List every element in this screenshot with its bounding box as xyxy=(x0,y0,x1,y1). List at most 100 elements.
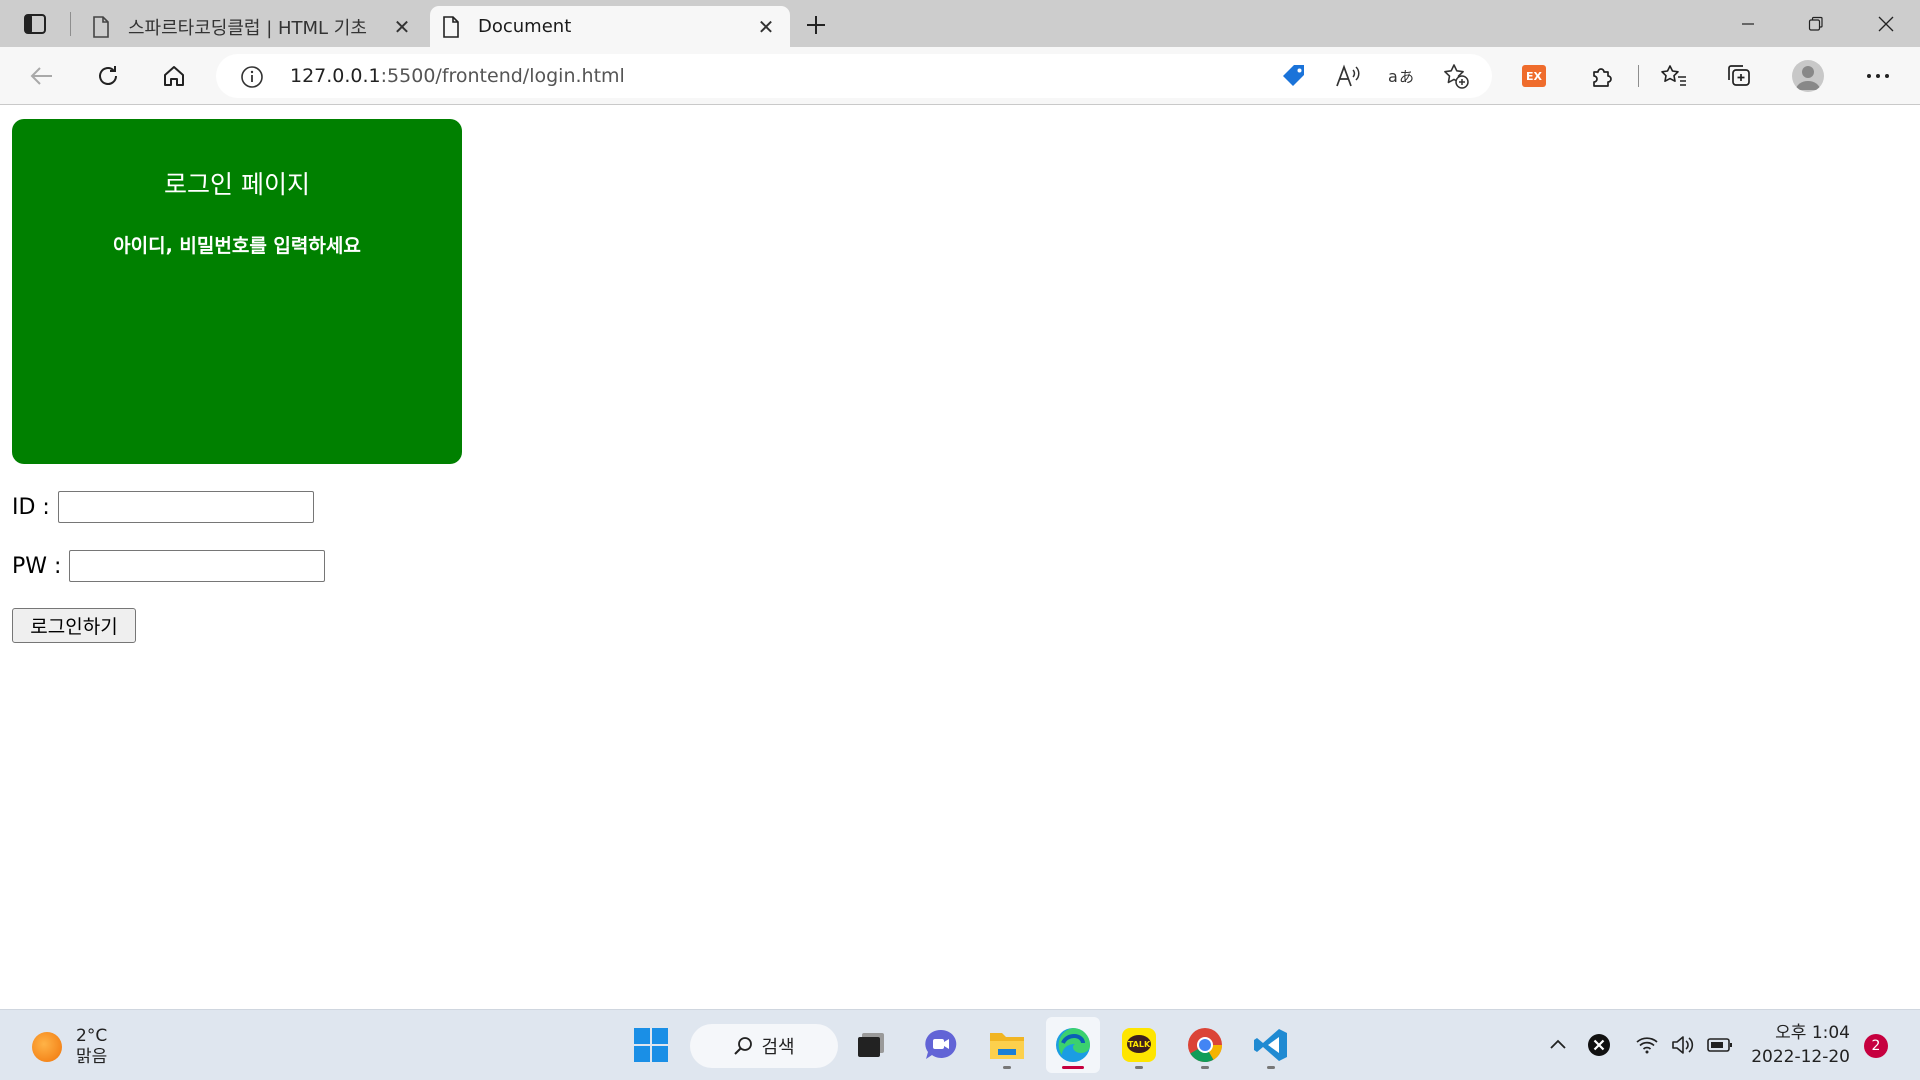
translate-icon: aあ xyxy=(1388,67,1414,86)
url-path: :5500/frontend/login.html xyxy=(380,65,625,87)
wifi-button[interactable] xyxy=(1634,1032,1660,1058)
plus-icon xyxy=(807,16,825,34)
tray-app-button[interactable] xyxy=(1586,1032,1612,1058)
refresh-icon xyxy=(99,66,117,85)
tab-actions-button[interactable] xyxy=(14,9,56,39)
new-tab-button[interactable] xyxy=(798,10,834,40)
page-icon xyxy=(443,15,459,38)
tab-title: Document xyxy=(478,16,572,37)
tab-strip: 스파르타코딩클럽 | HTML 기초 ✕ Document ✕ xyxy=(0,0,1920,47)
running-indicator xyxy=(1003,1066,1011,1069)
address-bar[interactable]: 127.0.0.1:5500/frontend/login.html aあ xyxy=(216,54,1492,98)
favorites-button[interactable] xyxy=(1654,58,1694,94)
toolbar-separator xyxy=(1638,65,1639,87)
search-icon xyxy=(734,1037,753,1055)
read-aloud-button[interactable] xyxy=(1332,62,1364,90)
svg-text:あ: あ xyxy=(1399,68,1414,86)
read-aloud-icon xyxy=(1336,64,1360,87)
task-view-button[interactable] xyxy=(844,1017,898,1073)
url-text[interactable]: 127.0.0.1:5500/frontend/login.html xyxy=(290,65,625,87)
tab-separator xyxy=(70,12,71,36)
battery-icon xyxy=(1707,1038,1732,1052)
page-subtitle: 아이디, 비밀번호를 입력하세요 xyxy=(113,235,361,257)
profile-avatar[interactable] xyxy=(1792,60,1824,92)
url-host: 127.0.0.1 xyxy=(290,65,381,87)
browser-toolbar: 127.0.0.1:5500/frontend/login.html aあ EX xyxy=(0,47,1920,105)
page-title: 로그인 페이지 xyxy=(164,170,310,199)
weather-temp: 2°C xyxy=(76,1026,108,1046)
battery-button[interactable] xyxy=(1706,1032,1734,1058)
collections-icon xyxy=(1728,65,1750,86)
star-add-icon xyxy=(1444,64,1469,89)
weather-widget[interactable]: 2°C 맑음 xyxy=(32,1026,107,1068)
clock-date: 2022-12-20 xyxy=(1751,1047,1850,1067)
running-indicator xyxy=(1135,1066,1143,1069)
notification-badge[interactable]: 2 xyxy=(1864,1034,1888,1058)
back-arrow-icon xyxy=(30,67,52,85)
chrome-button[interactable] xyxy=(1178,1017,1232,1073)
volume-icon xyxy=(1672,1036,1694,1054)
id-input[interactable] xyxy=(57,491,314,523)
chat-icon xyxy=(925,1029,957,1059)
more-menu-button[interactable] xyxy=(1858,58,1898,94)
weather-desc: 맑음 xyxy=(76,1047,108,1067)
login-button[interactable]: 로그인하기 xyxy=(12,608,136,643)
running-indicator xyxy=(1267,1066,1275,1069)
kakaotalk-icon: TALK xyxy=(1122,1028,1156,1062)
info-icon[interactable] xyxy=(240,65,264,89)
vscode-button[interactable] xyxy=(1244,1017,1298,1073)
tab-sparta[interactable]: 스파르타코딩클럽 | HTML 기초 ✕ xyxy=(80,6,426,47)
windows-icon xyxy=(634,1028,668,1062)
volume-button[interactable] xyxy=(1670,1032,1696,1058)
svg-text:TALK: TALK xyxy=(1128,1040,1151,1049)
user-icon xyxy=(1796,66,1820,90)
active-indicator xyxy=(1062,1066,1084,1069)
tab-title: 스파르타코딩클럽 | HTML 기초 xyxy=(128,17,367,39)
teams-chat-button[interactable] xyxy=(914,1017,968,1073)
minimize-button[interactable] xyxy=(1714,0,1782,47)
close-window-button[interactable] xyxy=(1852,0,1920,47)
home-icon xyxy=(164,66,184,86)
tab-document[interactable]: Document ✕ xyxy=(430,6,790,47)
ex-extension-icon[interactable]: EX xyxy=(1522,65,1546,87)
back-button[interactable] xyxy=(22,58,62,94)
close-circle-icon xyxy=(1588,1034,1610,1056)
shopping-tag-icon xyxy=(1283,65,1304,86)
edge-icon xyxy=(1056,1028,1090,1062)
pw-row: PW : xyxy=(12,550,326,582)
kakaotalk-button[interactable]: TALK xyxy=(1112,1017,1166,1073)
taskbar-search[interactable]: 검색 xyxy=(690,1024,838,1068)
add-favorite-button[interactable] xyxy=(1440,62,1472,90)
page-icon xyxy=(93,15,109,38)
home-button[interactable] xyxy=(154,58,194,94)
taskbar: 2°C 맑음 검색 TALK 오후 1:04 2022-12-20 2 xyxy=(0,1009,1920,1080)
translate-button[interactable]: aあ xyxy=(1386,62,1418,90)
shopping-tag-button[interactable] xyxy=(1278,62,1310,90)
page-content: 로그인 페이지 아이디, 비밀번호를 입력하세요 ID : PW : 로그인하기 xyxy=(0,106,1920,1009)
collections-button[interactable] xyxy=(1720,58,1760,94)
pw-input[interactable] xyxy=(69,550,326,582)
task-view-icon xyxy=(858,1033,884,1057)
pw-label: PW : xyxy=(12,553,62,579)
restore-button[interactable] xyxy=(1782,0,1850,47)
sun-icon xyxy=(32,1032,62,1062)
start-button[interactable] xyxy=(624,1017,678,1073)
show-hidden-icons-button[interactable] xyxy=(1546,1032,1570,1056)
extensions-button[interactable] xyxy=(1582,58,1622,94)
refresh-button[interactable] xyxy=(88,58,128,94)
running-indicator xyxy=(1201,1066,1209,1069)
edge-button[interactable] xyxy=(1046,1017,1100,1073)
chrome-icon xyxy=(1188,1028,1222,1062)
restore-icon xyxy=(1808,16,1823,31)
chevron-up-icon xyxy=(1550,1039,1566,1049)
clock-time: 오후 1:04 xyxy=(1775,1023,1850,1043)
search-label: 검색 xyxy=(761,1037,795,1058)
clock[interactable]: 오후 1:04 2022-12-20 xyxy=(1744,1021,1850,1069)
close-tab-icon[interactable]: ✕ xyxy=(388,13,416,41)
more-icon xyxy=(1867,74,1889,78)
id-row: ID : xyxy=(12,491,314,523)
folder-icon xyxy=(990,1033,1024,1059)
favorites-icon xyxy=(1661,65,1686,86)
file-explorer-button[interactable] xyxy=(980,1017,1034,1073)
close-tab-icon[interactable]: ✕ xyxy=(752,13,780,41)
